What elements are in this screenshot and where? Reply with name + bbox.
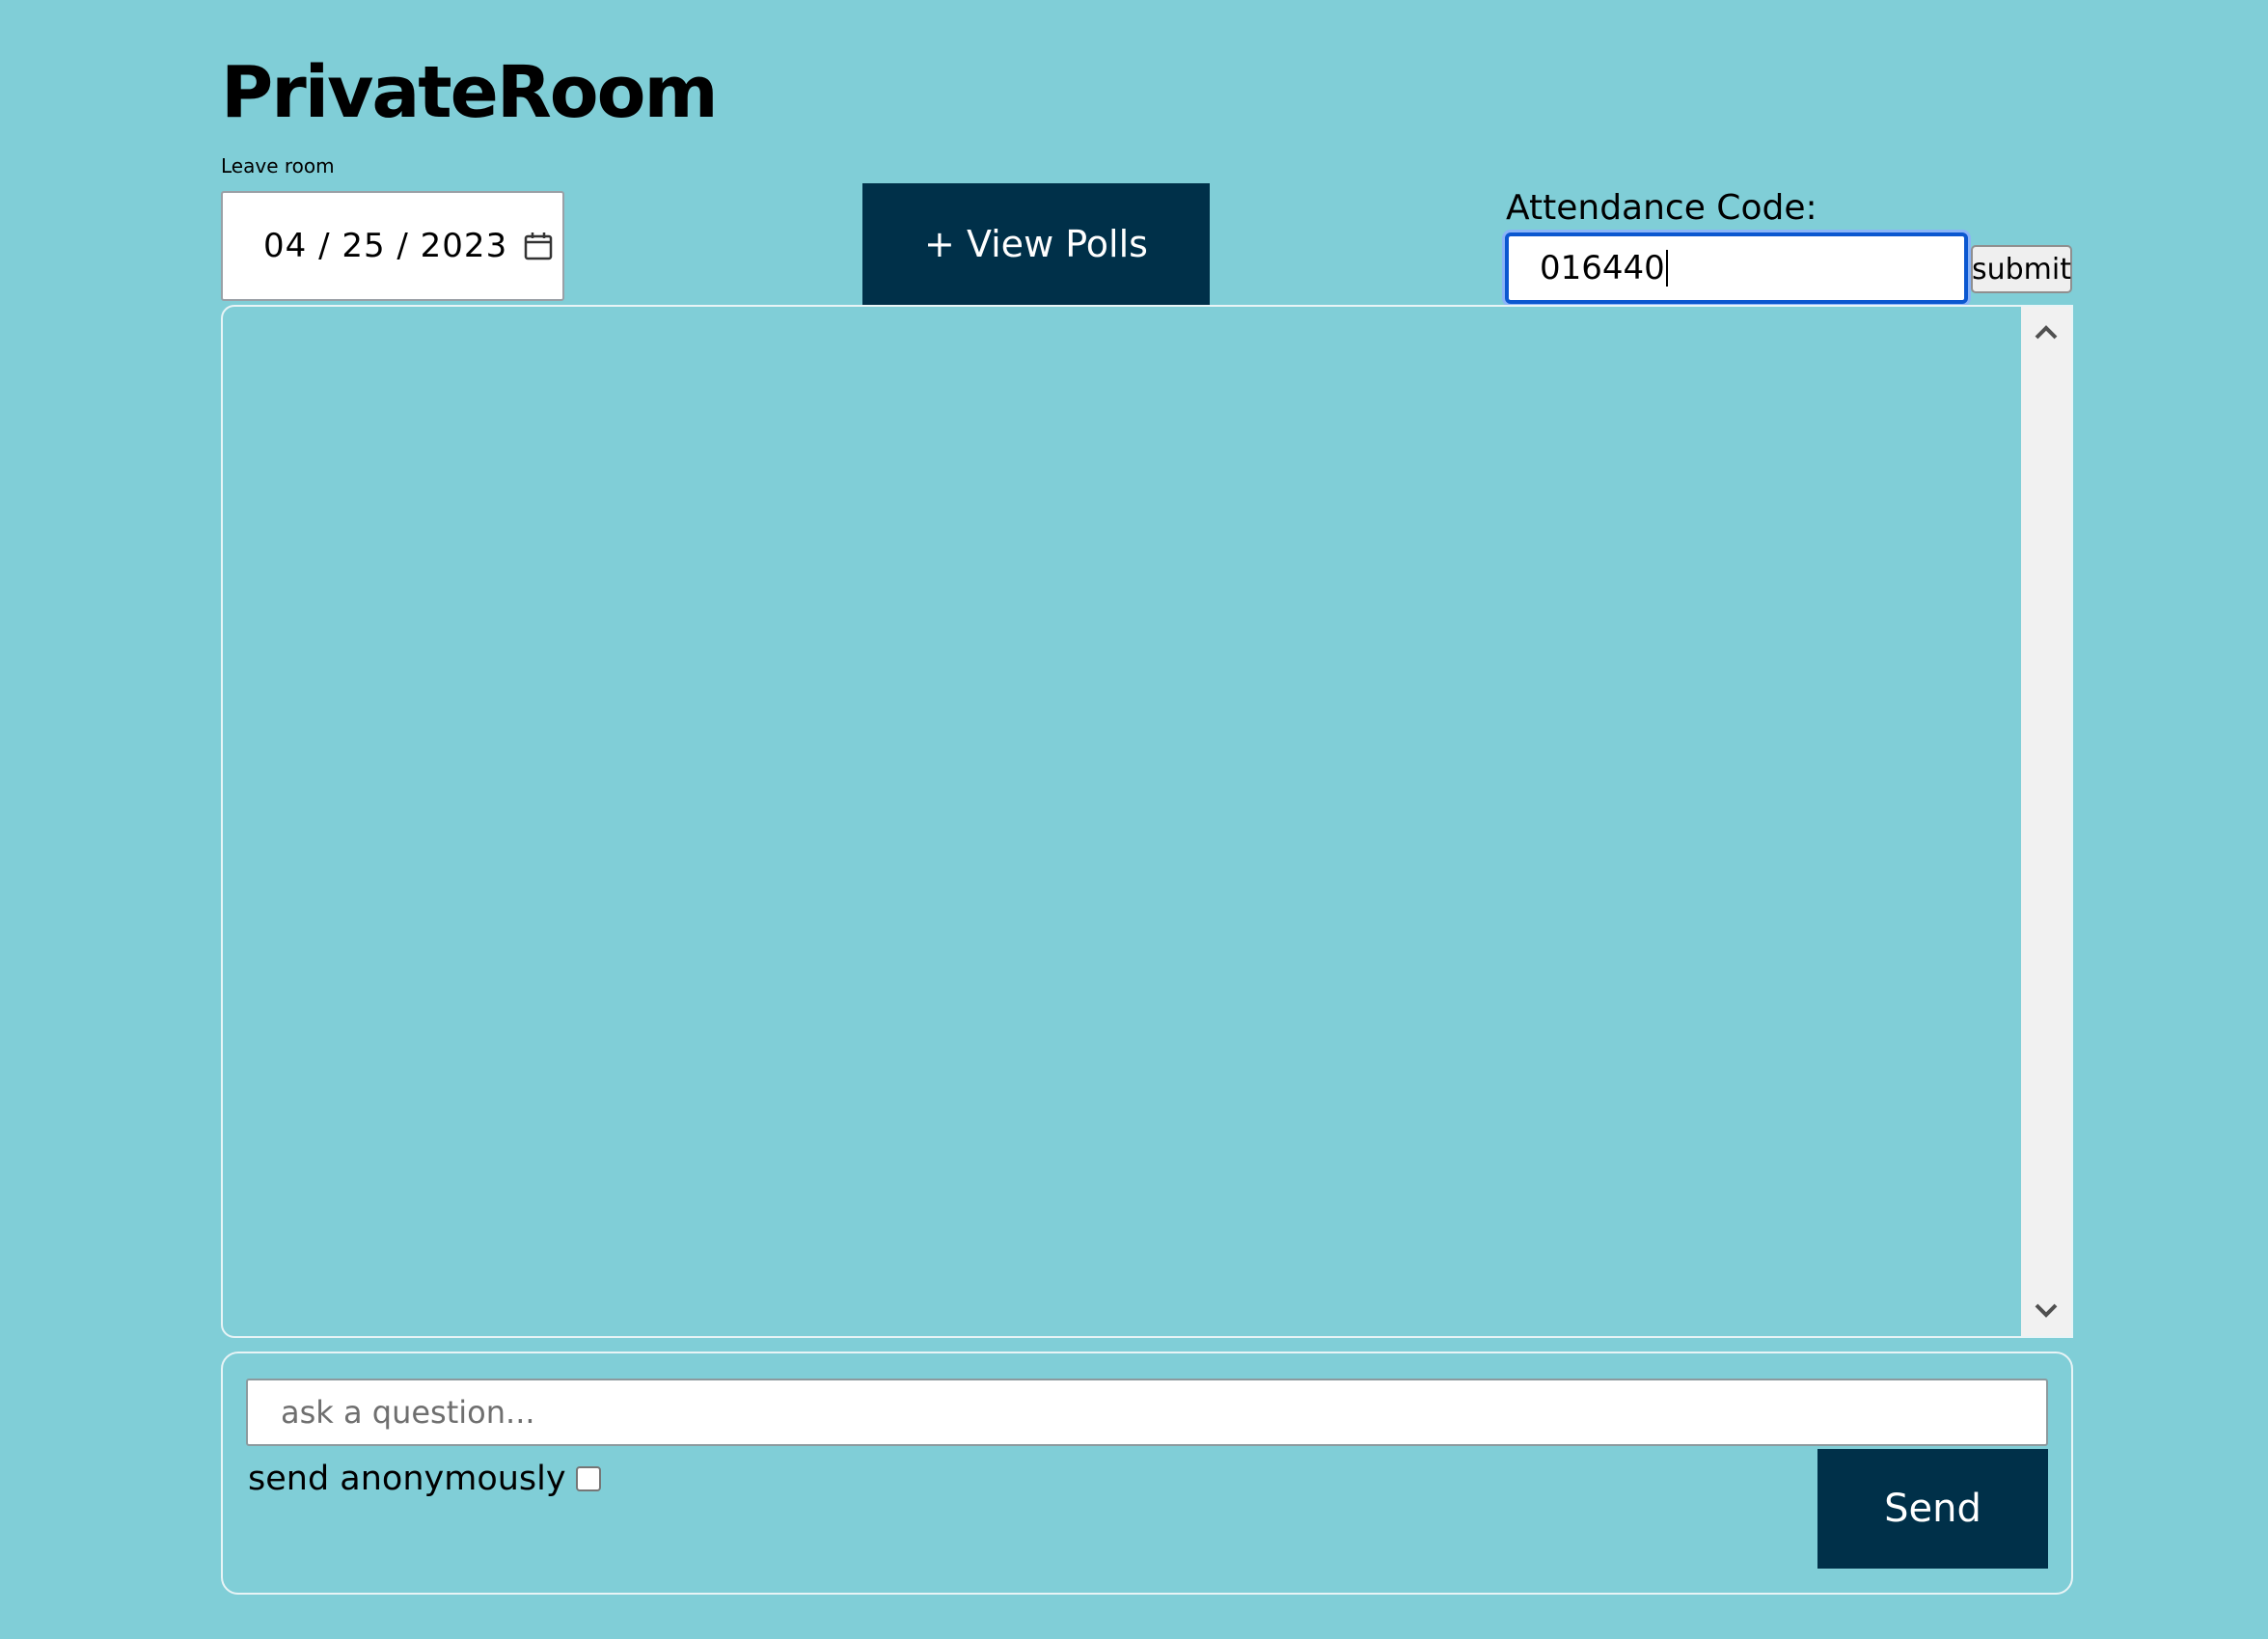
send-anonymously-label: send anonymously <box>248 1460 566 1498</box>
leave-room-link[interactable]: Leave room <box>221 153 335 178</box>
question-input[interactable] <box>246 1379 2048 1446</box>
date-value: 04 / 25 / 2023 <box>263 227 508 265</box>
send-anonymously-checkbox[interactable] <box>575 1466 601 1491</box>
compose-panel: send anonymously Send <box>221 1352 2073 1595</box>
view-polls-button[interactable]: + View Polls <box>862 183 1210 305</box>
calendar-icon[interactable] <box>523 231 554 261</box>
attendance-code-input[interactable]: 016440 <box>1505 232 1968 304</box>
attendance-code-label: Attendance Code: <box>1506 188 1817 228</box>
chevron-down-icon[interactable] <box>2021 1286 2071 1336</box>
send-anonymously-option[interactable]: send anonymously <box>248 1456 601 1502</box>
page-title: PrivateRoom <box>221 51 719 134</box>
text-caret <box>1665 250 1668 287</box>
private-room-page: PrivateRoom Leave room 04 / 25 / 2023 + … <box>0 0 2268 1639</box>
messages-panel[interactable] <box>221 305 2073 1338</box>
submit-attendance-button[interactable]: submit <box>1971 245 2072 293</box>
chevron-up-icon[interactable] <box>2021 307 2071 357</box>
scrollbar[interactable] <box>2021 307 2071 1336</box>
send-button[interactable]: Send <box>1817 1449 2048 1569</box>
date-picker[interactable]: 04 / 25 / 2023 <box>221 191 564 301</box>
attendance-code-value: 016440 <box>1540 249 1665 287</box>
